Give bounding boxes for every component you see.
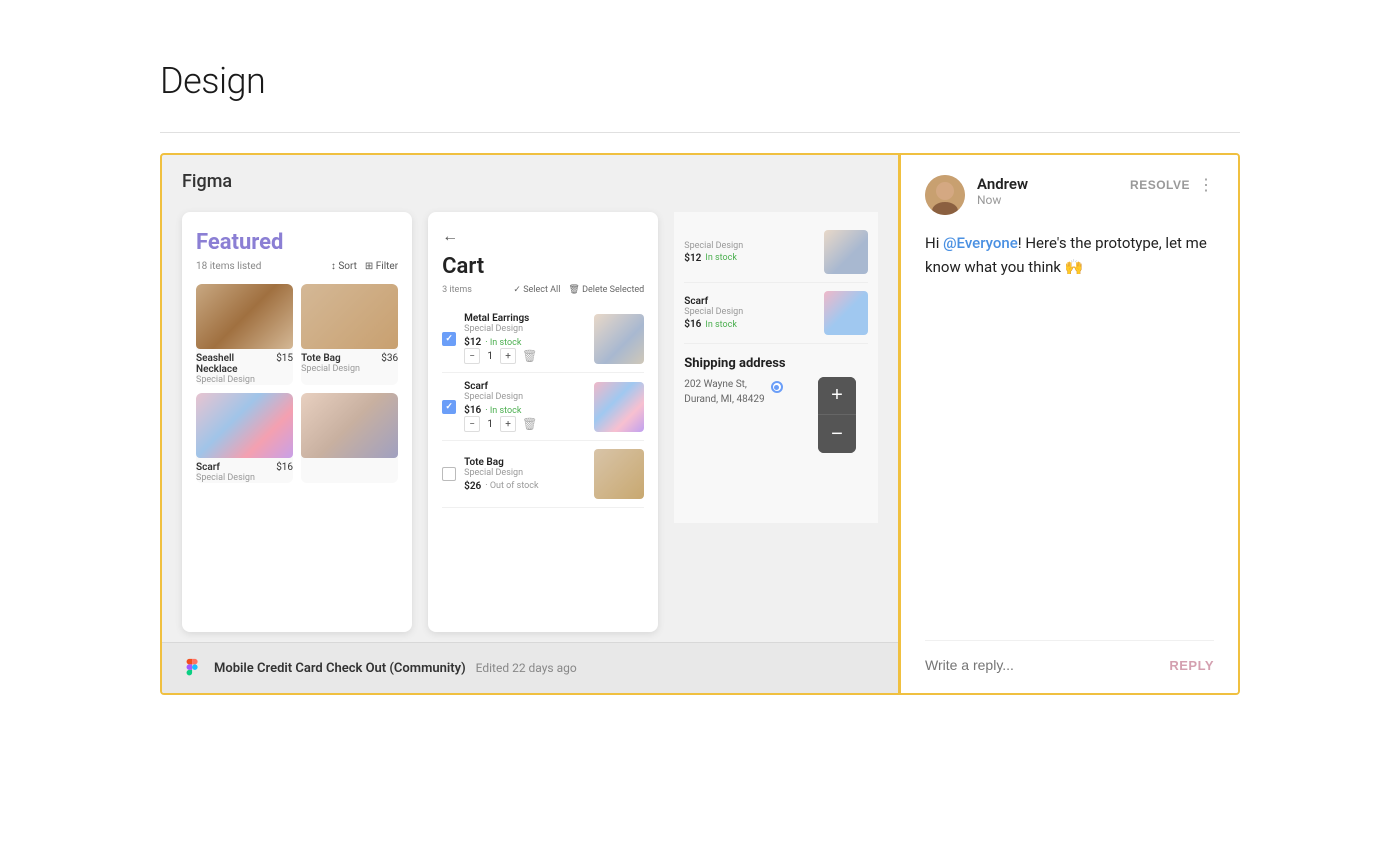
figma-edited: Edited 22 days ago (476, 661, 577, 675)
cart-item-tote: Tote Bag Special Design $26 · Out of sto… (442, 441, 644, 508)
cart-item-info-tote: Tote Bag Special Design $26 · Out of sto… (464, 457, 586, 492)
select-all-button[interactable]: ✓ Select All (513, 285, 560, 295)
divider (160, 132, 1240, 133)
product-item-earrings[interactable] (301, 393, 398, 483)
comment-actions: RESOLVE ⋮ (1130, 175, 1214, 195)
partial-item-scarf: Scarf Special Design $16 In stock (684, 283, 868, 344)
qty-increase-scarf[interactable]: + (500, 416, 516, 432)
figma-right-partial: Special Design $12 In stock Scarf Specia… (674, 212, 878, 523)
product-name-scarf: Scarf Special Design (196, 462, 255, 483)
cart-item-info-earrings: Metal Earrings Special Design $12 · In s… (464, 313, 586, 364)
filter-button[interactable]: ⊞ Filter (365, 261, 398, 272)
sort-button[interactable]: ↕ Sort (331, 261, 357, 272)
product-row-scarf: Scarf Special Design $16 (196, 462, 293, 483)
product-item-scarf[interactable]: Scarf Special Design $16 (196, 393, 293, 483)
product-image-necklace (196, 284, 293, 349)
radio-indicator[interactable] (771, 381, 783, 393)
cart-meta-actions: ✓ Select All 🗑 Delete Selected (513, 285, 644, 295)
product-image-scarf (196, 393, 293, 458)
reply-button[interactable]: REPLY (1169, 658, 1214, 673)
figma-bottom-bar: Mobile Credit Card Check Out (Community)… (162, 642, 898, 693)
figma-logo-icon (182, 657, 204, 679)
figma-header: Figma (162, 155, 898, 202)
comment-body: Hi @Everyone! Here's the prototype, let … (925, 231, 1214, 279)
items-meta: 18 items listed ↕ Sort ⊞ Filter (196, 261, 398, 272)
cart-checkbox-tote[interactable] (442, 467, 456, 481)
reply-area: REPLY (925, 640, 1214, 673)
cart-item-info-scarf: Scarf Special Design $16 · In stock − 1 … (464, 381, 586, 432)
cart-item-img-earrings (594, 314, 644, 364)
zoom-out-button[interactable]: − (818, 415, 856, 453)
page-title: Design (160, 60, 1240, 102)
delete-scarf[interactable]: 🗑 (522, 417, 537, 431)
figma-main-content: Featured 18 items listed ↕ Sort ⊞ Filter (162, 202, 898, 642)
cart-back-button[interactable]: ← (442, 226, 644, 246)
reply-input[interactable] (925, 657, 1169, 673)
product-name-tote: Tote Bag Special Design (301, 353, 360, 374)
partial-item-img-earrings (824, 230, 868, 274)
items-count: 18 items listed (196, 261, 261, 272)
figma-file-name: Mobile Credit Card Check Out (Community) (214, 661, 466, 676)
cart-checkbox-scarf[interactable]: ✓ (442, 400, 456, 414)
qty-controls-earrings: − 1 + 🗑 (464, 348, 586, 364)
mention: @Everyone (943, 234, 1018, 252)
partial-item-earrings: Special Design $12 In stock (684, 222, 868, 283)
cart-item-scarf: ✓ Scarf Special Design $16 · In stock − (442, 373, 644, 441)
product-image-tote (301, 284, 398, 349)
product-item-tote[interactable]: Tote Bag Special Design $36 (301, 284, 398, 385)
main-card: Figma Featured 18 items listed ↕ Sort ⊞ … (160, 153, 1240, 695)
product-name-necklace: Seashell Necklace Special Design (196, 353, 276, 385)
product-row-necklace: Seashell Necklace Special Design $15 (196, 353, 293, 385)
delete-earrings[interactable]: 🗑 (522, 349, 537, 363)
product-image-earrings (301, 393, 398, 458)
comment-user-info: Andrew Now (977, 175, 1130, 207)
comment-time: Now (977, 193, 1130, 207)
cart-phone-mockup: ← Cart 3 items ✓ Select All 🗑 Delete Sel… (428, 212, 658, 632)
featured-phone-mockup: Featured 18 items listed ↕ Sort ⊞ Filter (182, 212, 412, 632)
cart-item-img-tote (594, 449, 644, 499)
comment-username: Andrew (977, 175, 1130, 193)
qty-decrease-earrings[interactable]: − (464, 348, 480, 364)
cart-item-img-scarf (594, 382, 644, 432)
shipping-address: 202 Wayne St, Durand, MI, 48429 (684, 377, 764, 407)
qty-decrease-scarf[interactable]: − (464, 416, 480, 432)
product-row-tote: Tote Bag Special Design $36 (301, 353, 398, 374)
comment-panel: Andrew Now RESOLVE ⋮ Hi @Everyone! Here'… (898, 155, 1238, 693)
figma-panel: Figma Featured 18 items listed ↕ Sort ⊞ … (162, 155, 898, 693)
more-options-button[interactable]: ⋮ (1198, 175, 1214, 195)
zoom-in-button[interactable]: + (818, 377, 856, 415)
cart-item-earrings: ✓ Metal Earrings Special Design $12 · In… (442, 305, 644, 373)
product-grid: Seashell Necklace Special Design $15 Tot… (196, 284, 398, 483)
qty-increase-earrings[interactable]: + (500, 348, 516, 364)
partial-item-img-scarf (824, 291, 868, 335)
avatar-image (925, 175, 965, 215)
qty-controls-scarf: − 1 + 🗑 (464, 416, 586, 432)
cart-meta: 3 items ✓ Select All 🗑 Delete Selected (442, 285, 644, 295)
delete-selected-button[interactable]: 🗑 Delete Selected (568, 285, 644, 295)
comment-header: Andrew Now RESOLVE ⋮ (925, 175, 1214, 215)
avatar (925, 175, 965, 215)
cart-title: Cart (442, 254, 644, 279)
cart-items-count: 3 items (442, 285, 472, 295)
product-item-necklace[interactable]: Seashell Necklace Special Design $15 (196, 284, 293, 385)
shipping-title: Shipping address (684, 356, 868, 371)
featured-title: Featured (196, 230, 398, 255)
cart-checkbox-earrings[interactable]: ✓ (442, 332, 456, 346)
zoom-controls: + − (818, 377, 856, 453)
sort-filter[interactable]: ↕ Sort ⊞ Filter (331, 261, 398, 272)
resolve-button[interactable]: RESOLVE (1130, 178, 1190, 192)
